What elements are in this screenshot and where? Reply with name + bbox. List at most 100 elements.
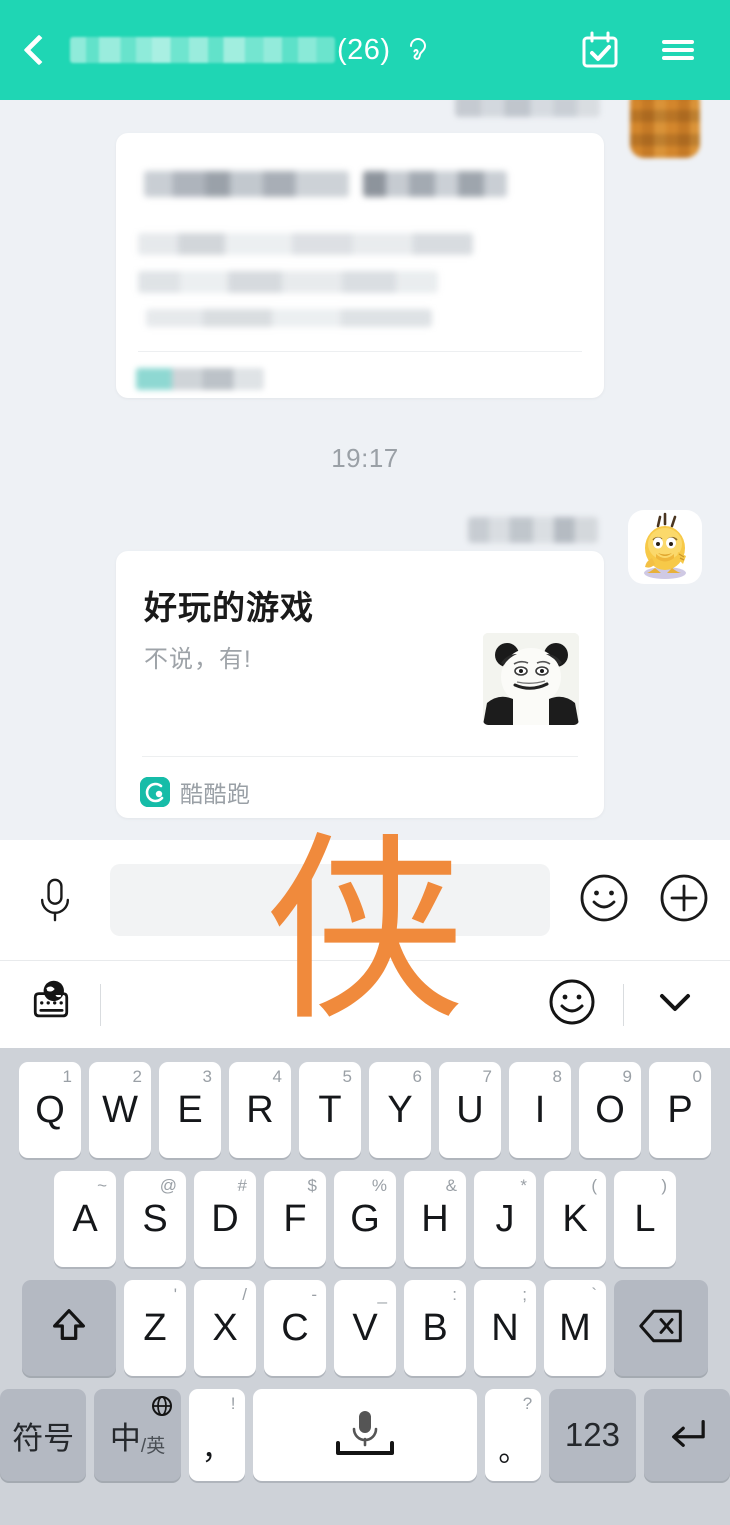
calendar-check-icon[interactable] xyxy=(578,28,622,72)
key-t[interactable]: 5 T xyxy=(299,1062,361,1158)
enter-key[interactable] xyxy=(643,1389,730,1481)
keyboard-row-4: 符号 中 /英 ! ， ? 。 123 xyxy=(0,1389,730,1481)
key-k[interactable]: ( K xyxy=(544,1171,606,1267)
key-hint: ? xyxy=(522,1394,533,1413)
chat-screen: (26) 19:17 好玩的游戏 不说，有! 酷酷跑 侠 1 Q 2 W 3 E… xyxy=(0,0,730,1525)
key-c[interactable]: - C xyxy=(264,1280,326,1376)
enter-arrow-icon xyxy=(665,1414,709,1457)
key-e[interactable]: 3 E xyxy=(159,1062,221,1158)
key-label: Z xyxy=(143,1307,167,1349)
key-a[interactable]: ~ A xyxy=(54,1171,116,1267)
key-j[interactable]: * J xyxy=(474,1171,536,1267)
key-x[interactable]: / X xyxy=(194,1280,256,1376)
input-actions xyxy=(578,872,710,929)
key-label: R xyxy=(246,1089,274,1131)
ear-icon xyxy=(405,35,431,65)
message-input-bar xyxy=(0,840,730,960)
key-hint: - xyxy=(311,1285,317,1304)
key-h[interactable]: & H xyxy=(404,1171,466,1267)
key-y[interactable]: 6 Y xyxy=(369,1062,431,1158)
shift-arrow-icon xyxy=(47,1304,91,1353)
ime-toolbar-left xyxy=(26,977,101,1032)
chat-message-list[interactable]: 19:17 好玩的游戏 不说，有! 酷酷跑 xyxy=(0,88,730,840)
message-text-input[interactable] xyxy=(110,864,550,936)
key-label: O xyxy=(595,1089,625,1131)
key-hint: ! xyxy=(230,1394,236,1413)
backspace-icon xyxy=(638,1307,684,1350)
panda-meme-thumbnail xyxy=(483,633,579,725)
key-label: W xyxy=(102,1089,138,1131)
key-label: N xyxy=(491,1307,519,1349)
key-hint: 3 xyxy=(202,1067,212,1086)
period-key[interactable]: ? 。 xyxy=(485,1389,542,1481)
sender-name-masked xyxy=(468,517,598,543)
key-n[interactable]: ; N xyxy=(474,1280,536,1376)
key-w[interactable]: 2 W xyxy=(89,1062,151,1158)
key-label: P xyxy=(667,1089,693,1131)
key-hint: 0 xyxy=(692,1067,702,1086)
blurred-link-card[interactable] xyxy=(116,133,604,398)
shift-key[interactable] xyxy=(22,1280,116,1376)
key-hint: 5 xyxy=(342,1067,352,1086)
key-g[interactable]: % G xyxy=(334,1171,396,1267)
comma-key[interactable]: ! ， xyxy=(188,1389,245,1481)
key-z[interactable]: ' Z xyxy=(124,1280,186,1376)
chevron-down-icon[interactable] xyxy=(650,977,700,1032)
key-hint: / xyxy=(242,1285,247,1304)
number-mode-key[interactable]: 123 xyxy=(549,1389,636,1481)
key-label: X xyxy=(212,1307,238,1349)
shared-link-card[interactable]: 好玩的游戏 不说，有! 酷酷跑 xyxy=(116,551,604,818)
key-label: D xyxy=(211,1198,239,1240)
backspace-key[interactable] xyxy=(614,1280,708,1376)
keyboard-row-3: ' Z / X - C _ V : B ; N ` M xyxy=(0,1280,730,1376)
key-hint: 6 xyxy=(412,1067,422,1086)
key-hint: 4 xyxy=(272,1067,282,1086)
ime-toolbar xyxy=(0,960,730,1048)
key-r[interactable]: 4 R xyxy=(229,1062,291,1158)
voice-input-button[interactable] xyxy=(0,874,110,926)
key-f[interactable]: $ F xyxy=(264,1171,326,1267)
space-key[interactable] xyxy=(252,1389,478,1481)
toolbar-divider-left xyxy=(100,983,101,1026)
globe-icon xyxy=(151,1395,173,1422)
language-switch-key[interactable]: 中 /英 xyxy=(94,1389,181,1481)
key-u[interactable]: 7 U xyxy=(439,1062,501,1158)
key-o[interactable]: 9 O xyxy=(579,1062,641,1158)
hamburger-menu-icon[interactable] xyxy=(656,28,700,72)
key-p[interactable]: 0 P xyxy=(649,1062,711,1158)
key-label: H xyxy=(421,1198,449,1240)
key-label: Y xyxy=(387,1089,413,1131)
symbol-key-label: 符号 xyxy=(12,1420,75,1456)
key-label: V xyxy=(352,1307,378,1349)
key-b[interactable]: : B xyxy=(404,1280,466,1376)
psyduck-avatar[interactable] xyxy=(628,510,702,584)
key-i[interactable]: 8 I xyxy=(509,1062,571,1158)
key-l[interactable]: ) L xyxy=(614,1171,676,1267)
globe-keyboard-icon[interactable] xyxy=(26,977,76,1032)
key-q[interactable]: 1 Q xyxy=(19,1062,81,1158)
blurred-thumbnail xyxy=(481,226,586,336)
header-title-group[interactable]: (26) xyxy=(70,34,578,67)
blurred-body-line-1 xyxy=(138,233,473,255)
emoji-smiley-icon[interactable] xyxy=(547,977,597,1032)
key-v[interactable]: _ V xyxy=(334,1280,396,1376)
card-divider xyxy=(142,756,578,757)
blurred-body-line-2 xyxy=(138,271,438,293)
plus-circle-icon[interactable] xyxy=(658,872,710,929)
ime-toolbar-right xyxy=(547,977,700,1032)
key-hint: % xyxy=(371,1176,387,1195)
key-label: C xyxy=(281,1307,309,1349)
symbol-key[interactable]: 符号 xyxy=(0,1389,87,1481)
key-label: G xyxy=(350,1198,380,1240)
emoji-smiley-icon[interactable] xyxy=(578,872,630,929)
key-hint: 2 xyxy=(132,1067,142,1086)
key-hint: $ xyxy=(307,1176,317,1195)
key-d[interactable]: # D xyxy=(194,1171,256,1267)
key-m[interactable]: ` M xyxy=(544,1280,606,1376)
key-label: M xyxy=(559,1307,591,1349)
back-button[interactable] xyxy=(0,0,70,100)
key-label: Q xyxy=(35,1089,65,1131)
key-s[interactable]: @ S xyxy=(124,1171,186,1267)
key-label: T xyxy=(318,1089,342,1131)
card-source-row[interactable]: 酷酷跑 xyxy=(140,775,251,809)
